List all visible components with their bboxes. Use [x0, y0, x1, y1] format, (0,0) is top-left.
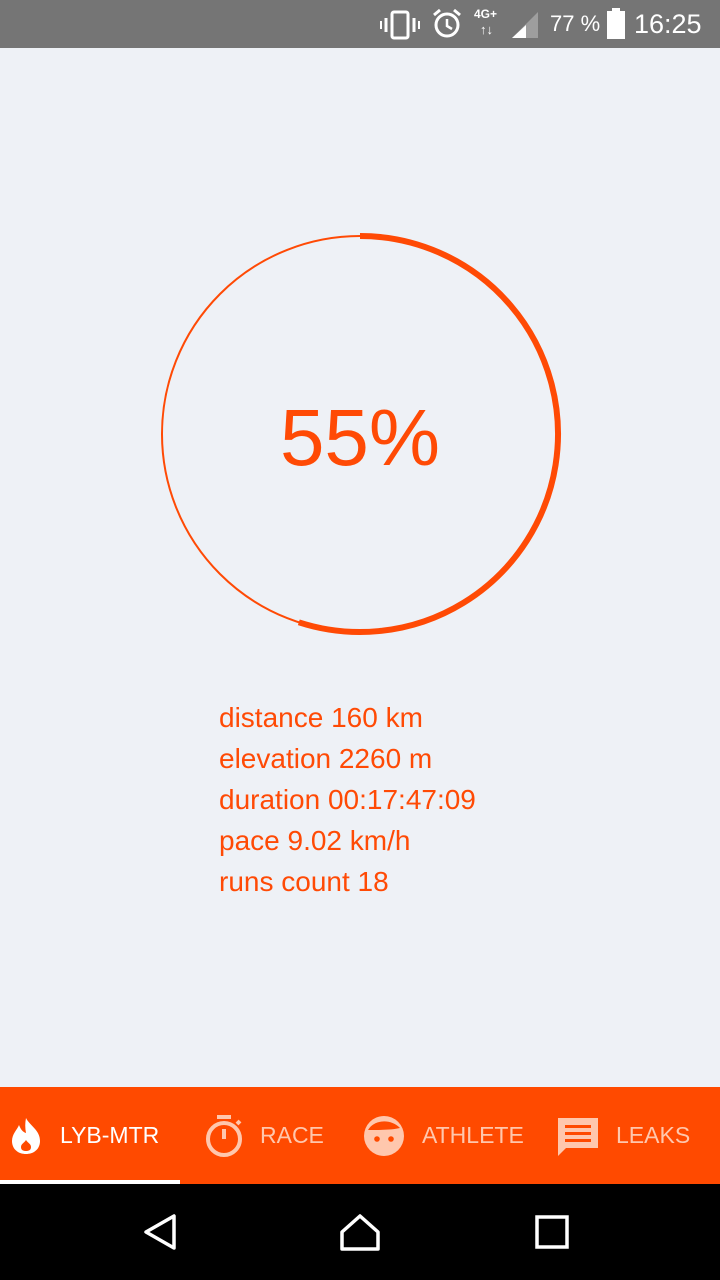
stopwatch-icon	[204, 1114, 244, 1158]
flame-icon	[8, 1116, 44, 1156]
back-button[interactable]	[100, 1184, 220, 1280]
tab-label: LEAKS	[616, 1122, 691, 1148]
bottom-tab-bar: LYB-MTR RACE ATHLETE LEAKS	[0, 1087, 720, 1184]
network-activity: ↑↓	[480, 22, 493, 37]
recents-button[interactable]	[492, 1184, 612, 1280]
network-type: 4G+	[474, 7, 498, 21]
battery-percent: 77 %	[550, 11, 601, 36]
tab-athlete[interactable]: ATHLETE	[362, 1087, 524, 1184]
tab-label: RACE	[260, 1122, 324, 1148]
stat-duration: duration 00:17:47:09	[219, 784, 476, 815]
tab-race[interactable]: RACE	[204, 1087, 324, 1184]
home-icon	[340, 1214, 380, 1251]
progress-ring: 55%	[150, 224, 570, 644]
recents-icon	[535, 1215, 569, 1249]
stat-pace: pace 9.02 km/h	[219, 825, 411, 856]
clock: 16:25	[634, 9, 702, 39]
face-icon	[362, 1114, 406, 1158]
home-button[interactable]	[300, 1184, 420, 1280]
battery-icon	[607, 8, 625, 39]
alarm-icon	[433, 8, 461, 38]
signal-icon	[512, 12, 538, 38]
stats-list: distance 160 km elevation 2260 m duratio…	[219, 697, 476, 902]
tab-label: ATHLETE	[422, 1122, 524, 1148]
tab-lyb-mtr[interactable]: LYB-MTR	[8, 1087, 159, 1184]
back-icon	[144, 1214, 176, 1250]
vibrate-icon	[380, 10, 420, 40]
message-icon	[556, 1114, 600, 1158]
stat-distance: distance 160 km	[219, 702, 423, 733]
progress-percent: 55%	[279, 393, 441, 482]
stat-elevation: elevation 2260 m	[219, 743, 433, 774]
tab-label: LYB-MTR	[60, 1122, 160, 1148]
tab-leaks[interactable]: LEAKS	[556, 1087, 690, 1184]
stat-runs-count: runs count 18	[219, 866, 389, 897]
navigation-bar	[0, 1184, 720, 1280]
status-bar: 4G+ ↑↓ 77 % 16:25	[0, 0, 720, 48]
